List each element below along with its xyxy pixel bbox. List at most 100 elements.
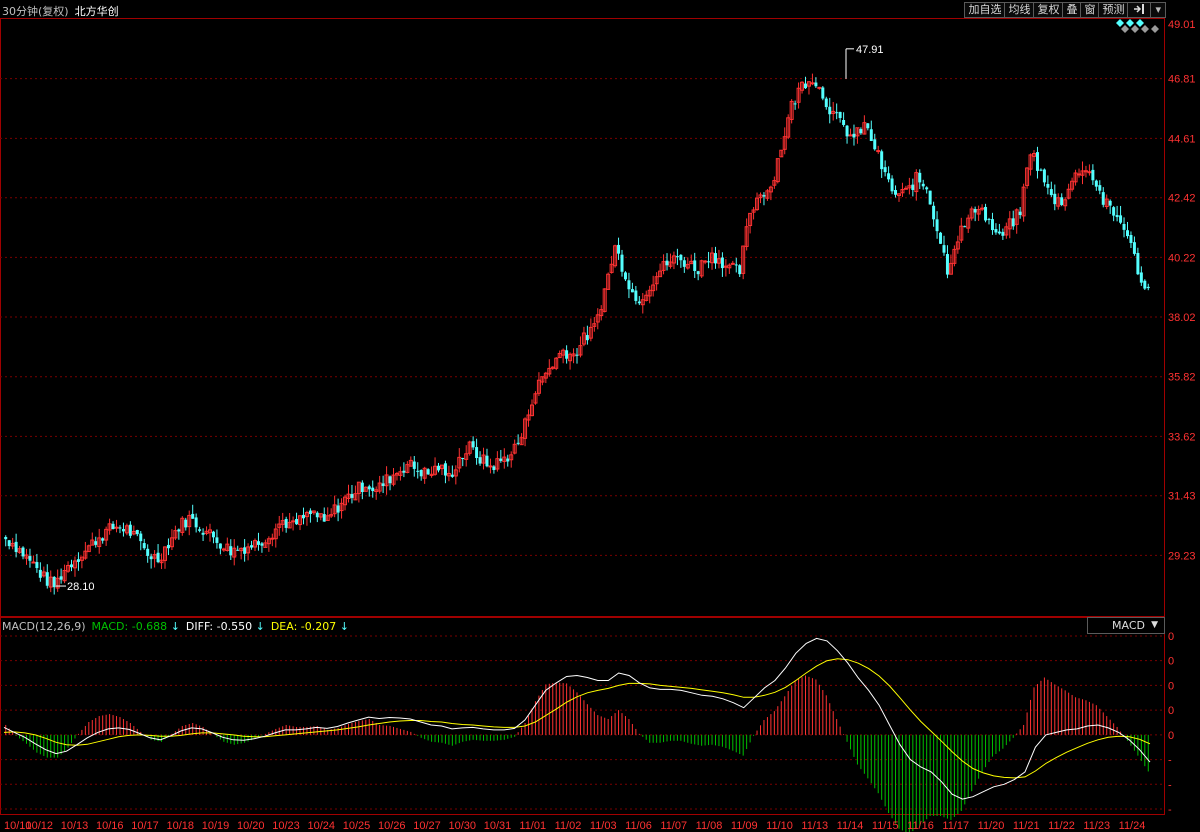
x-tick-label: 10/27 [413,820,441,832]
x-tick-label: 11/09 [731,820,758,832]
candle-body [1136,252,1140,275]
y-tick-label: 42.42 [1168,193,1196,205]
candle-body [1143,280,1147,289]
candle-body [308,510,312,515]
candle-body [322,514,326,522]
candle-body [980,207,985,210]
candle-body [350,494,354,498]
x-tick-label: 11/20 [978,820,1005,832]
candle-body [994,229,998,233]
macd-y-tick-label: 0 [1168,680,1174,692]
candle-body [492,466,496,471]
x-tick-label: 11/06 [625,820,652,832]
candle-body [70,564,74,568]
candle-body [821,87,825,99]
candle-body [31,561,36,564]
x-tick-label: 10/17 [131,820,159,832]
candle-body [1132,242,1136,254]
candle-body [637,301,641,304]
x-tick-label: 10/31 [484,820,512,832]
candle-body [945,254,949,275]
candle-body [412,461,416,469]
x-tick-label: 11/03 [590,820,617,832]
x-tick-label: 10/16 [96,820,124,832]
candle-body [52,576,56,588]
candle-body [139,533,143,542]
macd-y-tick-label: - [1168,804,1172,816]
candle-body [1129,235,1133,243]
x-tick-label: 11/13 [801,820,828,832]
candle-body [869,129,873,142]
x-tick-label: 10/25 [343,820,371,832]
candle-body [693,260,697,271]
x-tick-label: 10/12 [25,820,53,832]
candle-body [997,231,1001,234]
candle-body [121,529,125,532]
candle-body [1035,152,1039,171]
candle-body [817,86,822,89]
candle-body [838,111,842,119]
candle-body [1139,272,1143,283]
x-tick-label: 11/14 [837,820,864,832]
candle-body [4,536,8,540]
candle-body [675,256,679,258]
candle-body [703,260,708,263]
x-tick-label: 11/17 [942,820,969,832]
candle-body [935,219,939,232]
candle-body [565,350,569,359]
candle-body [932,205,936,220]
candle-body [221,548,226,551]
x-tick-label: 10/20 [237,820,265,832]
candle-body [810,82,815,85]
candle-body [585,335,589,341]
candle-body [1101,192,1105,205]
candle-body [894,190,898,195]
y-tick-label: 49.01 [1168,19,1196,31]
y-tick-label: 38.02 [1168,312,1196,324]
high-price-label: 47.91 [856,44,884,56]
candle-body [911,184,915,190]
stock-chart[interactable]: 49.01 46.81 44.61 42.42 40.22 38.02 35.82 33.62… [0,0,1200,832]
candle-body [177,529,181,532]
candle-body [903,187,908,190]
candle-body [156,552,160,563]
candle-body [1039,169,1043,171]
candle-body [921,183,925,187]
candle-body [1011,218,1015,227]
candle-body [499,458,503,461]
candle-body [848,134,853,137]
candle-body [1112,207,1116,216]
candle-body [250,545,254,548]
candle-body [419,469,423,477]
candle-body [1108,200,1112,206]
macd-y-tick-label: 0 [1168,631,1174,643]
candle-body [630,289,634,293]
candle-body [471,441,475,448]
candle-body [426,469,430,475]
candle-body [201,532,205,535]
candle-body [1049,189,1053,196]
candle-body [291,520,296,523]
candle-body [211,531,215,538]
y-tick-label: 40.22 [1168,252,1196,264]
candle-body [1001,231,1005,236]
candle-body [478,457,482,464]
macd-y-tick-label: 0 [1168,730,1174,742]
candle-body [1060,197,1064,205]
candle-body [218,543,222,549]
candle-body [59,576,63,580]
candle-body [1077,173,1082,176]
candle-body [623,272,627,280]
candle-body [260,543,264,546]
candle-body [315,512,319,518]
candle-body [488,465,493,468]
candle-body [1098,185,1102,191]
candle-body [634,290,638,301]
candle-body [617,244,621,254]
candle-body [128,524,132,536]
candle-body [475,447,479,459]
candle-body [665,260,669,266]
candle-body [793,103,797,105]
candle-body [14,541,18,552]
candle-body [166,544,170,549]
